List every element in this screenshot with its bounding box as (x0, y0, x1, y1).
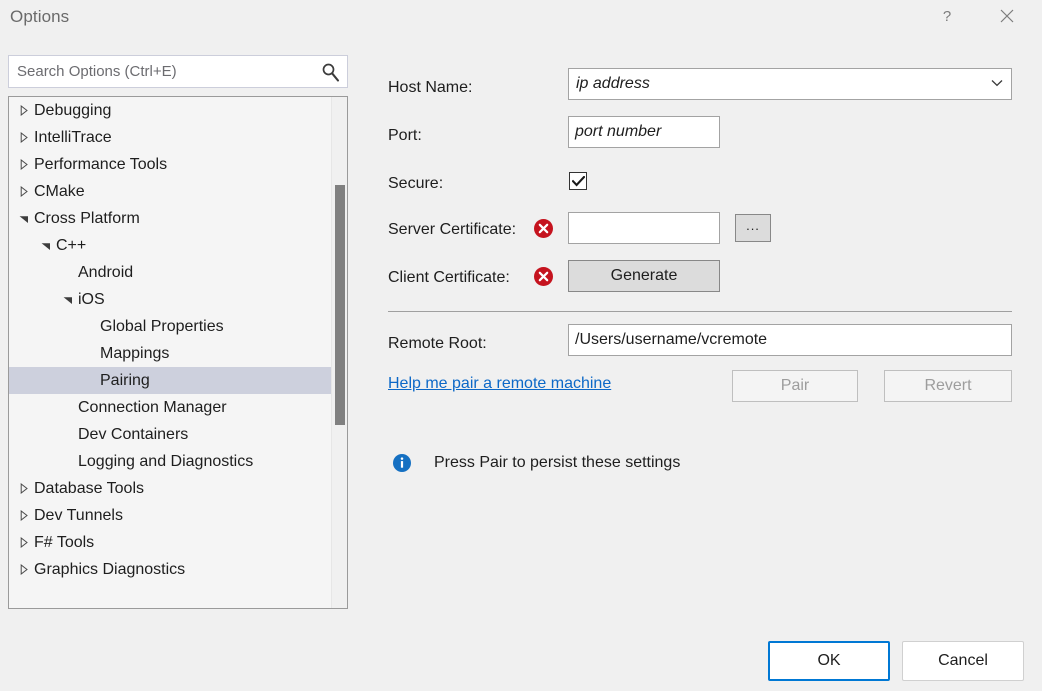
secure-label: Secure: (388, 175, 443, 193)
collapse-triangle-icon[interactable] (15, 213, 33, 224)
port-label: Port: (388, 127, 422, 145)
tree-item-dev-tunnels[interactable]: Dev Tunnels (9, 502, 331, 529)
revert-button[interactable]: Revert (884, 370, 1012, 402)
client-certificate-label: Client Certificate: (388, 269, 510, 287)
server-certificate-input[interactable] (568, 212, 720, 244)
generate-certificate-button[interactable]: Generate (568, 260, 720, 292)
client-certificate-error-icon (534, 267, 553, 286)
expand-triangle-icon[interactable] (15, 186, 33, 197)
tree-item-logging-and-diagnostics[interactable]: Logging and Diagnostics (9, 448, 331, 475)
tree-item-graphics-diagnostics[interactable]: Graphics Diagnostics (9, 556, 331, 583)
remote-root-input[interactable]: /Users/username/vcremote (568, 324, 1012, 356)
options-tree[interactable]: Debugging IntelliTrace Performance Tools CM… (8, 96, 348, 609)
close-button[interactable] (984, 0, 1030, 32)
expand-triangle-icon[interactable] (15, 510, 33, 521)
tree-item-android[interactable]: Android (9, 259, 331, 286)
tree-item-label: Mappings (99, 345, 169, 363)
tree-item-database-tools[interactable]: Database Tools (9, 475, 331, 502)
help-button[interactable]: ? (924, 0, 970, 32)
cancel-button[interactable]: Cancel (902, 641, 1024, 681)
tree-item-dev-containers[interactable]: Dev Containers (9, 421, 331, 448)
tree-item-intellitrace[interactable]: IntelliTrace (9, 124, 331, 151)
pairing-settings-pane: Host Name: ip address Port: port number … (388, 48, 1014, 488)
tree-item-label: Database Tools (33, 480, 144, 498)
host-name-combobox[interactable]: ip address (568, 68, 1012, 100)
tree-item-label: Performance Tools (33, 156, 167, 174)
expand-triangle-icon[interactable] (15, 105, 33, 116)
ok-button[interactable]: OK (768, 641, 890, 681)
tree-scrollbar-thumb[interactable] (335, 185, 345, 425)
tree-item-label: Global Properties (99, 318, 224, 336)
checkmark-icon (572, 176, 585, 187)
help-pair-remote-machine-link[interactable]: Help me pair a remote machine (388, 375, 611, 393)
tree-item-cmake[interactable]: CMake (9, 178, 331, 205)
remote-root-label: Remote Root: (388, 335, 487, 353)
host-name-label: Host Name: (388, 79, 472, 97)
collapse-triangle-icon[interactable] (37, 240, 55, 251)
expand-triangle-icon[interactable] (15, 564, 33, 575)
question-mark-icon: ? (943, 8, 951, 25)
tree-item-performance-tools[interactable]: Performance Tools (9, 151, 331, 178)
tree-item-label: IntelliTrace (33, 129, 112, 147)
tree-item-label: Graphics Diagnostics (33, 561, 185, 579)
tree-item-label: Cross Platform (33, 210, 140, 228)
tree-item-label: Android (77, 264, 133, 282)
search-placeholder: Search Options (Ctrl+E) (17, 63, 177, 80)
secure-checkbox[interactable] (569, 172, 587, 190)
window-title: Options (10, 7, 69, 27)
tree-item-c[interactable]: C++ (9, 232, 331, 259)
tree-item-label: F# Tools (33, 534, 94, 552)
tree-item-label: CMake (33, 183, 85, 201)
tree-scrollbar[interactable] (331, 97, 347, 608)
port-input[interactable]: port number (568, 116, 720, 148)
close-icon (1000, 9, 1014, 23)
tree-item-list: Debugging IntelliTrace Performance Tools CM… (9, 97, 331, 583)
info-circle-icon (393, 454, 411, 472)
expand-triangle-icon[interactable] (15, 132, 33, 143)
tree-item-label: Pairing (99, 372, 150, 390)
search-input[interactable]: Search Options (Ctrl+E) (8, 55, 348, 88)
tree-item-label: Dev Tunnels (33, 507, 123, 525)
tree-item-label: Logging and Diagnostics (77, 453, 253, 471)
server-certificate-label: Server Certificate: (388, 221, 516, 239)
server-certificate-browse-button[interactable]: ... (735, 214, 771, 242)
tree-item-label: C++ (55, 237, 86, 255)
tree-item-connection-manager[interactable]: Connection Manager (9, 394, 331, 421)
tree-item-f-tools[interactable]: F# Tools (9, 529, 331, 556)
search-icon[interactable] (320, 62, 340, 82)
section-divider (388, 311, 1012, 312)
tree-item-debugging[interactable]: Debugging (9, 97, 331, 124)
pair-button[interactable]: Pair (732, 370, 858, 402)
tree-item-label: Debugging (33, 102, 111, 120)
server-certificate-error-icon (534, 219, 553, 238)
tree-item-pairing[interactable]: Pairing (9, 367, 331, 394)
tree-item-mappings[interactable]: Mappings (9, 340, 331, 367)
tree-item-cross-platform[interactable]: Cross Platform (9, 205, 331, 232)
status-message-text: Press Pair to persist these settings (434, 454, 680, 472)
tree-item-global-properties[interactable]: Global Properties (9, 313, 331, 340)
expand-triangle-icon[interactable] (15, 537, 33, 548)
tree-item-label: iOS (77, 291, 105, 309)
tree-item-ios[interactable]: iOS (9, 286, 331, 313)
tree-item-label: Connection Manager (77, 399, 227, 417)
host-name-value: ip address (576, 75, 650, 93)
chevron-down-icon[interactable] (991, 79, 1003, 87)
expand-triangle-icon[interactable] (15, 483, 33, 494)
tree-item-label: Dev Containers (77, 426, 188, 444)
title-bar: Options ? (0, 0, 1042, 40)
collapse-triangle-icon[interactable] (59, 294, 77, 305)
expand-triangle-icon[interactable] (15, 159, 33, 170)
